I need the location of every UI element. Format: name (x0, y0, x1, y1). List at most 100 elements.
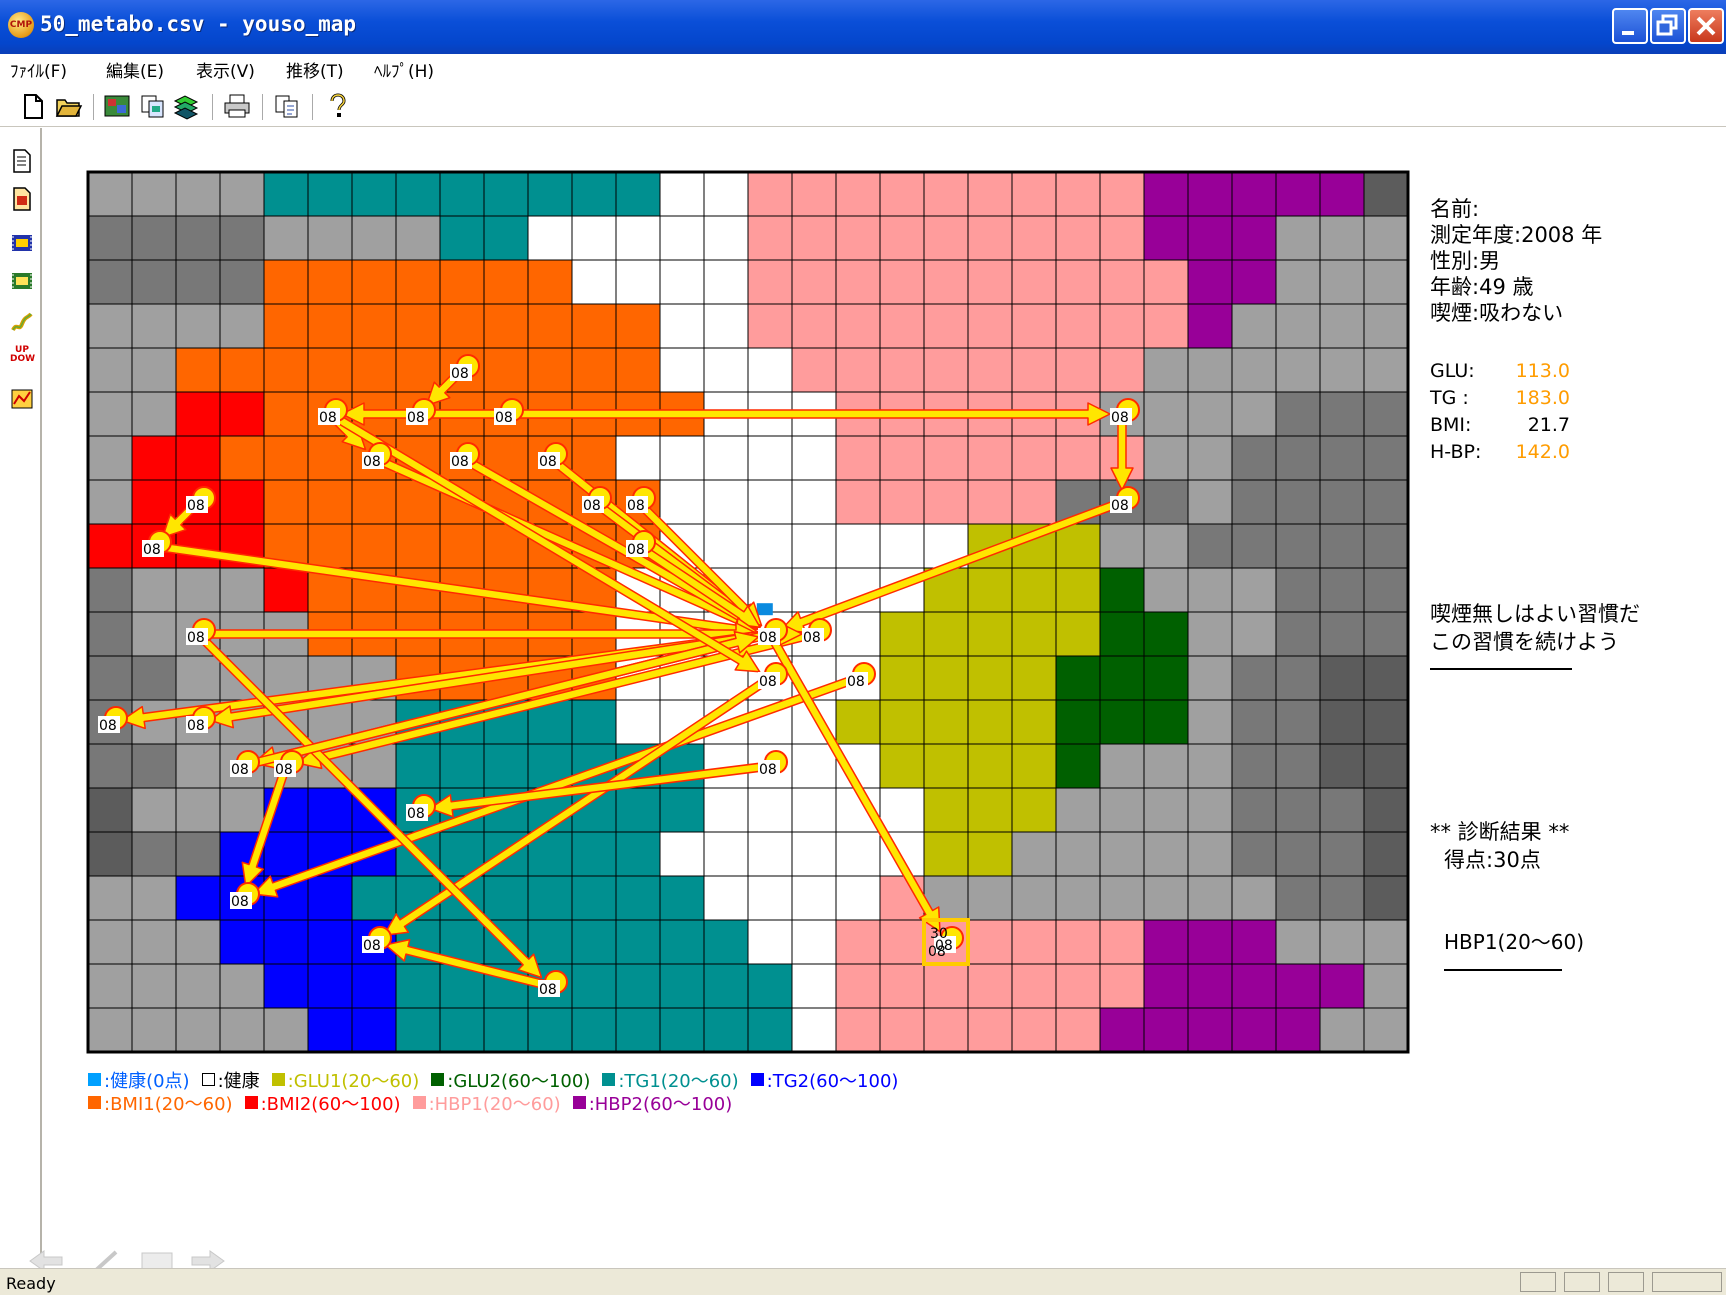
map-cell (439, 303, 485, 349)
node-year-label: 08 (627, 542, 645, 558)
map-cell (1055, 743, 1101, 789)
map-cell (1319, 215, 1365, 261)
map-cell (87, 743, 133, 789)
map-cell (791, 171, 837, 217)
map-cell (1099, 611, 1145, 657)
map-cell (1275, 743, 1321, 789)
map-cell (1143, 743, 1189, 789)
map-cell (1231, 259, 1277, 305)
map-cell (1143, 567, 1189, 613)
map-cell (615, 787, 661, 833)
map-cell (439, 215, 485, 261)
map-cell (1363, 743, 1409, 789)
map-cell (483, 1007, 529, 1053)
map-cell (659, 259, 705, 305)
node-year-label: 08 (187, 498, 205, 514)
map-cell (87, 259, 133, 305)
map-cell (1143, 875, 1189, 921)
map-cell (835, 479, 881, 525)
map-cell (219, 479, 265, 525)
map-cell (439, 1007, 485, 1053)
map-cell (1099, 523, 1145, 569)
legend-label: :BMI1(20～60) (104, 1094, 233, 1115)
map-cell (1187, 303, 1233, 349)
legend-label: :TG2(60～100) (766, 1071, 899, 1092)
map-cell (923, 699, 969, 745)
map-cell (87, 963, 133, 1009)
map-cell (483, 743, 529, 789)
map-cell (879, 215, 925, 261)
map-cell (219, 787, 265, 833)
stop-icon[interactable] (141, 1252, 173, 1270)
map-cell (1011, 699, 1057, 745)
map-cell (1363, 655, 1409, 701)
map-cell (659, 303, 705, 349)
node-year-label: 08 (539, 982, 557, 998)
map-cell (1231, 391, 1277, 437)
map-cell (351, 523, 397, 569)
map-cell (1099, 171, 1145, 217)
map-cell (967, 171, 1013, 217)
map-cell (527, 259, 573, 305)
node-year-label: 08 (803, 630, 821, 646)
map-cell (219, 171, 265, 217)
map-cell (263, 347, 309, 393)
map-cell (879, 523, 925, 569)
map-cell (1187, 655, 1233, 701)
map-cell (1011, 963, 1057, 1009)
map-cell (131, 215, 177, 261)
map-cell (967, 875, 1013, 921)
age-label: 年齢: (1430, 275, 1480, 299)
legend-item: :TG2(60～100) (750, 1070, 899, 1093)
map-cell (1055, 875, 1101, 921)
map-cell (1055, 919, 1101, 965)
map-cell (923, 303, 969, 349)
map-cell (307, 919, 353, 965)
node-year-label: 08 (407, 806, 425, 822)
map-cell (1275, 787, 1321, 833)
map-cell (1055, 655, 1101, 701)
map-cell (131, 567, 177, 613)
map-cell (747, 787, 793, 833)
map-cell (835, 699, 881, 745)
map-cell (571, 963, 617, 1009)
map-cell (1011, 919, 1057, 965)
map-cell (395, 171, 441, 217)
map-cell (351, 171, 397, 217)
map-cell (1319, 479, 1365, 525)
map-cell (1319, 875, 1365, 921)
map-cell (1363, 523, 1409, 569)
map-cell (175, 391, 221, 437)
map-cell (791, 567, 837, 613)
map-cell (1143, 1007, 1189, 1053)
map-cell (967, 347, 1013, 393)
map-cell (571, 171, 617, 217)
legend-item: :GLU1(20～60) (271, 1070, 419, 1093)
map-cell (175, 303, 221, 349)
map-cell (1363, 479, 1409, 525)
map-cell (219, 567, 265, 613)
map-cell (1363, 611, 1409, 657)
map-cell (1055, 787, 1101, 833)
map-cell (747, 875, 793, 921)
current-score-label: 30 (930, 926, 948, 942)
map-cell (747, 215, 793, 261)
map-cell (1143, 919, 1189, 965)
map-cell (439, 171, 485, 217)
map-cell (1187, 611, 1233, 657)
map-cell (1275, 391, 1321, 437)
sex-row: 性別:男 (1430, 248, 1602, 274)
map-cell (1231, 479, 1277, 525)
node-year-label: 08 (99, 718, 117, 734)
map-cell (659, 215, 705, 261)
map-cell (1363, 171, 1409, 217)
map-cell (879, 699, 925, 745)
map-cell (1231, 743, 1277, 789)
map-cell (131, 391, 177, 437)
legend-row: :健康(0点):健康:GLU1(20～60):GLU2(60～100):TG1(… (88, 1070, 910, 1093)
map-cell (1143, 391, 1189, 437)
map-cell (1275, 1007, 1321, 1053)
map-cell (923, 479, 969, 525)
hbp-value: 142.0 (1515, 441, 1570, 463)
map-cell (439, 259, 485, 305)
